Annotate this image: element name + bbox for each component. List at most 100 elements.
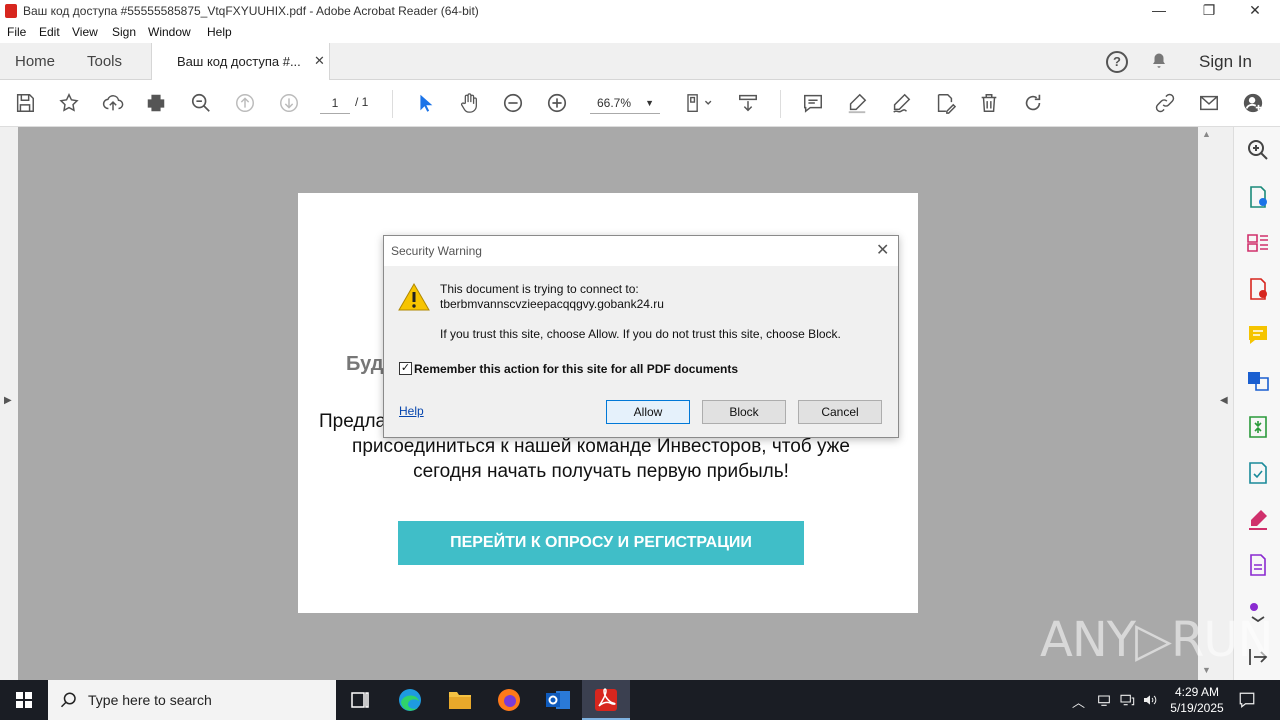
pdf-heading-fragment: Буд: [346, 353, 384, 375]
remember-checkbox-label[interactable]: Remember this action for this site for a…: [414, 362, 738, 376]
dialog-close-icon[interactable]: ✕: [876, 240, 889, 260]
menu-help[interactable]: Help: [207, 25, 232, 39]
firefox-icon[interactable]: [485, 680, 533, 720]
edit-icon[interactable]: [932, 90, 958, 116]
zoom-level-value: 66.7%: [597, 96, 632, 110]
comment-tool-icon[interactable]: [1246, 323, 1270, 347]
zoom-out-icon[interactable]: [500, 90, 526, 116]
sign-icon[interactable]: [888, 90, 914, 116]
volume-icon[interactable]: [1142, 692, 1158, 708]
scan-ocr-icon[interactable]: [1246, 461, 1270, 485]
page-fit-icon[interactable]: [682, 90, 716, 116]
windows-taskbar: Type here to search ︿ 4:29 AM 5/19/2025: [0, 680, 1280, 720]
close-window-button[interactable]: ✕: [1232, 0, 1278, 22]
window-title: Ваш код доступа #55555585875_VtqFXYUUHIX…: [23, 4, 479, 18]
title-bar: Ваш код доступа #55555585875_VtqFXYUUHIX…: [0, 0, 1280, 22]
block-button[interactable]: Block: [702, 400, 786, 424]
hand-icon[interactable]: [456, 90, 482, 116]
select-cursor-icon[interactable]: [412, 90, 438, 116]
right-panel-toggle[interactable]: ◀: [1216, 127, 1233, 680]
allow-button[interactable]: Allow: [606, 400, 690, 424]
page-number-input[interactable]: 1: [320, 92, 350, 114]
search-zoom-icon[interactable]: [1246, 138, 1270, 162]
tab-home[interactable]: Home: [15, 53, 55, 70]
bell-icon[interactable]: [1150, 52, 1168, 75]
windows-start-button[interactable]: [0, 680, 48, 720]
task-view-icon[interactable]: [336, 680, 384, 720]
document-tab-label: Ваш код доступа #...: [177, 54, 301, 69]
sign-in-button[interactable]: Sign In: [1199, 52, 1252, 72]
delete-icon[interactable]: [976, 90, 1002, 116]
fill-sign-icon[interactable]: [1246, 507, 1270, 531]
menu-file[interactable]: File: [7, 25, 26, 39]
system-clock[interactable]: 4:29 AM 5/19/2025: [1160, 684, 1234, 716]
organize-pages-icon[interactable]: [1246, 231, 1270, 255]
zoom-level-select[interactable]: 66.7% ▼: [590, 92, 660, 114]
dialog-message: This document is trying to connect to:: [440, 282, 639, 296]
outlook-icon[interactable]: [534, 680, 582, 720]
taskbar-search-box[interactable]: Type here to search: [48, 680, 336, 720]
mail-icon[interactable]: [1196, 90, 1222, 116]
remember-checkbox[interactable]: ✓: [399, 362, 412, 375]
link-icon[interactable]: [1152, 90, 1178, 116]
scroll-up-icon[interactable]: ▲: [1202, 129, 1211, 139]
dialog-title-bar: Security Warning ✕: [384, 236, 898, 266]
page-total: / 1: [355, 95, 369, 109]
menu-edit[interactable]: Edit: [39, 25, 60, 39]
comment-icon[interactable]: [800, 90, 826, 116]
zoom-in-icon[interactable]: [544, 90, 570, 116]
pdf-line-1-fragment: Предла: [319, 411, 387, 432]
save-icon[interactable]: [12, 90, 38, 116]
edge-browser-icon[interactable]: [386, 680, 434, 720]
notifications-icon[interactable]: [1238, 691, 1256, 709]
dialog-hostname: tberbmvannscvzieepacqqgvy.gobank24.ru: [440, 297, 664, 311]
help-link[interactable]: Help: [399, 404, 424, 418]
taskbar-search-placeholder: Type here to search: [88, 692, 212, 708]
dialog-advice: If you trust this site, choose Allow. If…: [440, 327, 841, 341]
close-tab-icon[interactable]: ✕: [314, 53, 325, 69]
compress-pdf-icon[interactable]: [1246, 415, 1270, 439]
star-icon[interactable]: [56, 90, 82, 116]
clock-date: 5/19/2025: [1170, 701, 1224, 715]
chevron-down-icon: ▼: [645, 98, 654, 108]
tab-document[interactable]: Ваш код доступа #... ✕: [151, 43, 330, 80]
user-add-icon[interactable]: [1240, 90, 1266, 116]
next-page-icon[interactable]: [276, 90, 302, 116]
file-explorer-icon[interactable]: [436, 680, 484, 720]
display-tray-icon[interactable]: [1119, 692, 1135, 708]
toolbar-divider: [780, 90, 781, 118]
tab-tools[interactable]: Tools: [87, 53, 122, 70]
vertical-scrollbar[interactable]: ▲ ▼: [1198, 127, 1216, 680]
help-icon[interactable]: ?: [1106, 51, 1128, 73]
combine-files-icon[interactable]: [1246, 369, 1270, 393]
network-tray-icon[interactable]: [1096, 692, 1112, 708]
minimize-button[interactable]: —: [1136, 0, 1182, 22]
zoom-search-icon[interactable]: [188, 90, 214, 116]
anyrun-watermark: ANY▷RUN: [1040, 612, 1273, 668]
rotate-icon[interactable]: [1020, 90, 1046, 116]
export-pdf-icon[interactable]: [1246, 185, 1270, 209]
dialog-title: Security Warning: [391, 244, 482, 258]
scroll-mode-icon[interactable]: [735, 90, 761, 116]
cancel-button[interactable]: Cancel: [798, 400, 882, 424]
prev-page-icon[interactable]: [232, 90, 258, 116]
warning-icon: [398, 282, 430, 311]
menu-view[interactable]: View: [72, 25, 98, 39]
acrobat-app-icon: [5, 4, 17, 18]
acrobat-taskbar-icon[interactable]: [582, 680, 630, 720]
restore-button[interactable]: ❐: [1186, 0, 1232, 22]
upload-icon[interactable]: [100, 90, 126, 116]
tray-chevron-up-icon[interactable]: ︿: [1072, 692, 1085, 711]
chevron-left-icon: ◀: [1220, 395, 1228, 406]
chevron-right-icon: ▶: [4, 395, 12, 406]
clock-time: 4:29 AM: [1174, 685, 1220, 699]
highlight-icon[interactable]: [844, 90, 870, 116]
protect-document-icon[interactable]: [1246, 553, 1270, 577]
menu-sign[interactable]: Sign: [112, 25, 136, 39]
security-warning-dialog: Security Warning ✕ This document is tryi…: [383, 235, 899, 438]
create-pdf-icon[interactable]: [1246, 277, 1270, 301]
pdf-cta-button[interactable]: ПЕРЕЙТИ К ОПРОСУ И РЕГИСТРАЦИИ: [398, 521, 804, 565]
print-icon[interactable]: [143, 90, 169, 116]
menu-window[interactable]: Window: [148, 25, 191, 39]
left-panel-toggle[interactable]: ▶: [0, 127, 18, 680]
